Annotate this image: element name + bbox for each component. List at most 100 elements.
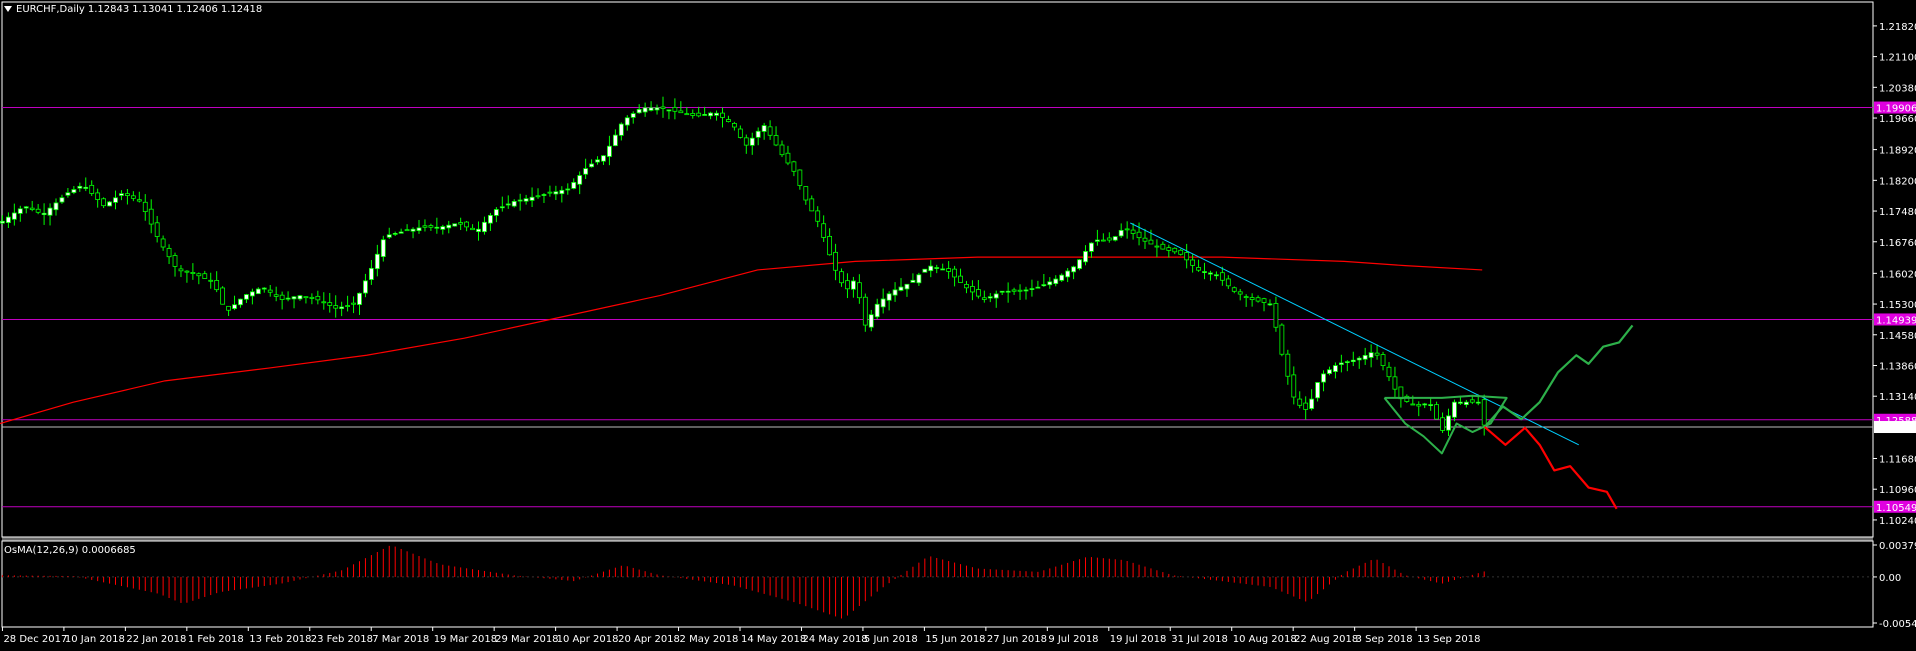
candle-body <box>1041 284 1047 287</box>
candle-body <box>922 268 928 273</box>
candle-body <box>416 227 422 232</box>
candle-body <box>624 117 630 126</box>
candle-body <box>666 109 672 112</box>
time-tick-label: 13 Feb 2018 <box>249 634 311 645</box>
main-pane-frame <box>1 1 1874 538</box>
candle-body <box>214 280 220 291</box>
pattern-outline <box>1383 394 1508 455</box>
candle-body <box>464 221 470 228</box>
candle-body <box>1303 402 1309 410</box>
candle-body <box>589 163 594 168</box>
price-tick-label: 1.13140 <box>1879 392 1916 403</box>
time-tick-label: 27 Jun 2018 <box>987 634 1047 645</box>
candle-body <box>1118 229 1124 237</box>
candle-body <box>1446 415 1451 431</box>
candle-body <box>559 189 565 195</box>
candle-body <box>380 239 386 257</box>
candle-body <box>868 314 874 328</box>
candle-body <box>458 222 464 225</box>
candle-body <box>71 189 77 193</box>
candle-body <box>101 198 107 207</box>
candle-body <box>702 114 708 116</box>
time-tick-label: 9 Jul 2018 <box>1048 634 1098 645</box>
candle-body <box>892 289 898 296</box>
candle-body <box>410 228 416 232</box>
candle-body <box>1154 245 1160 248</box>
candle-body <box>749 137 755 146</box>
candle-body <box>113 197 118 203</box>
candle-body <box>916 274 922 284</box>
candle-body <box>184 270 190 273</box>
candle-body <box>392 233 398 235</box>
candle-body <box>940 268 946 271</box>
candle-body <box>714 112 719 116</box>
candle-body <box>934 267 940 269</box>
price-chart[interactable]: 1.21820 1.21100 1.20380 1.19660 1.18920 1.182… <box>0 0 1916 651</box>
candle-body <box>993 293 999 299</box>
candle-body <box>636 109 642 114</box>
candle-body <box>208 279 214 282</box>
candle-body <box>1475 401 1481 404</box>
candle-body <box>1440 417 1445 431</box>
time-tick-label: 10 Jan 2018 <box>65 634 125 645</box>
candle-body <box>77 185 83 189</box>
candle-body <box>1338 362 1344 365</box>
candle-body <box>1273 303 1279 328</box>
candle-body <box>630 113 636 118</box>
candle-body <box>1112 236 1118 241</box>
candle-body <box>1452 401 1457 418</box>
candle-body <box>928 265 934 272</box>
candle-body <box>291 296 297 300</box>
candle-body <box>255 288 261 295</box>
candle-body <box>910 279 916 283</box>
candle-body <box>1011 289 1017 292</box>
candle-body <box>821 223 827 238</box>
price-tick-label: 1.16020 <box>1879 269 1916 280</box>
candle-body <box>166 248 172 258</box>
candle-body <box>970 286 975 293</box>
time-tick-label: 31 Jul 2018 <box>1171 634 1228 645</box>
price-tick-label: 1.10960 <box>1879 485 1916 496</box>
candle-body <box>363 280 368 294</box>
candle-body <box>904 283 910 290</box>
candle-body <box>1309 398 1315 409</box>
candle-body <box>1267 303 1273 306</box>
candle-body <box>601 155 606 162</box>
candle-body <box>1333 365 1338 372</box>
price-tick-label: 1.14580 <box>1879 331 1916 342</box>
candle-body <box>1368 352 1374 358</box>
candle-body <box>874 303 880 318</box>
candle-body <box>220 287 226 305</box>
candle-body <box>1428 404 1434 406</box>
current-price-label: 1.12418 <box>1876 423 1916 434</box>
projection-down-path <box>1483 426 1618 510</box>
candle-body <box>1059 274 1065 281</box>
candle-body <box>1089 242 1094 252</box>
time-tick-label: 24 May 2018 <box>802 634 867 645</box>
candle-body <box>404 229 410 232</box>
candle-body <box>898 286 904 291</box>
candle-body <box>244 294 249 300</box>
candle-body <box>297 295 303 300</box>
candle-body <box>1356 357 1362 361</box>
time-tick-label: 19 Jul 2018 <box>1110 634 1167 645</box>
price-tick-label: 1.19660 <box>1879 114 1916 125</box>
candle-body <box>856 282 862 299</box>
candle-body <box>779 144 785 156</box>
candle-body <box>1172 247 1178 253</box>
projection-up-path <box>1483 324 1634 428</box>
candle-body <box>321 301 327 304</box>
candle-body <box>1184 252 1190 261</box>
candle-body <box>1463 401 1469 406</box>
candle-body <box>696 112 702 117</box>
candle-body <box>1434 404 1439 420</box>
price-tick-label: 1.15300 <box>1879 300 1916 311</box>
price-tick-label: 1.21820 <box>1879 22 1916 33</box>
candle-body <box>1005 290 1011 293</box>
candle-body <box>422 225 428 228</box>
candle-body <box>1214 274 1219 277</box>
candle-body <box>1469 399 1475 403</box>
candle-body <box>1327 369 1332 374</box>
candle-body <box>642 107 648 113</box>
candle-body <box>511 201 517 207</box>
